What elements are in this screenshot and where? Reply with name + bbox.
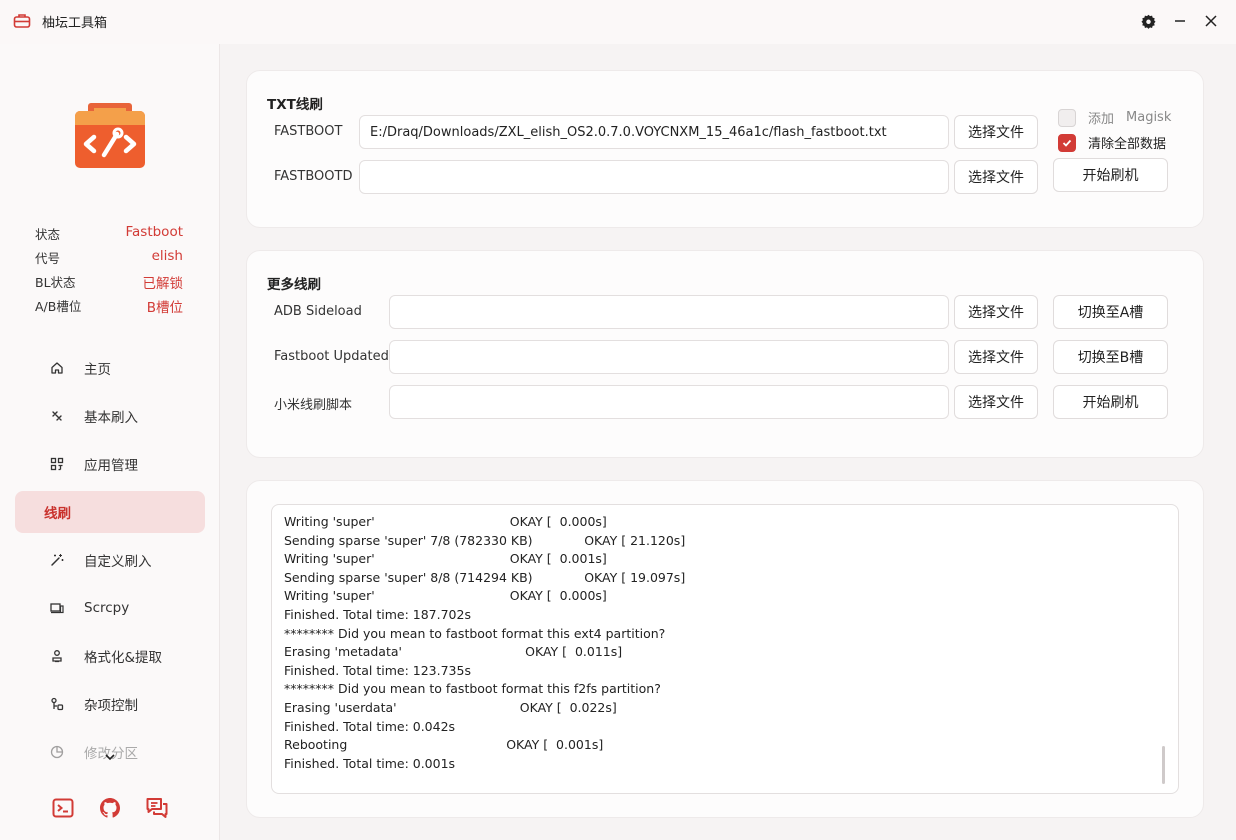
partition-icon	[48, 743, 66, 761]
switch-slot-a-button[interactable]: 切换至A槽	[1053, 295, 1168, 329]
nav-item-apps[interactable]: 应用管理	[15, 443, 205, 485]
terminal-button[interactable]	[51, 796, 75, 820]
nav-label: 格式化&提取	[84, 650, 163, 666]
log-line: Finished. Total time: 187.702s	[284, 606, 471, 622]
adb-select-file-button[interactable]: 选择文件	[954, 295, 1038, 329]
github-button[interactable]	[98, 796, 122, 820]
title-bar: 柚坛工具箱	[0, 0, 1236, 44]
log-line: Erasing 'userdata' OKAY [ 0.022s]	[284, 699, 617, 715]
log-output[interactable]: Writing 'super' OKAY [ 0.000s] Sending s…	[271, 504, 1179, 794]
flash-icon	[48, 407, 66, 425]
nav-label: 自定义刷入	[84, 554, 152, 570]
log-line: Sending sparse 'super' 8/8 (714294 KB) O…	[284, 569, 686, 585]
add-magisk-label: 添加	[1088, 112, 1115, 127]
codename-value: elish	[151, 248, 183, 264]
log-scrollbar[interactable]	[1162, 746, 1165, 784]
nav-label: Scrcpy	[84, 600, 130, 616]
fastbootd-select-file-button[interactable]: 选择文件	[954, 160, 1038, 194]
checkmark-icon	[1062, 139, 1072, 147]
status-row-codename: 代号 elish	[35, 248, 183, 268]
log-line: ******** Did you mean to fastboot format…	[284, 681, 661, 697]
misc-icon	[48, 695, 66, 713]
clear-all-data-checkbox[interactable]: 清除全部数据	[1058, 133, 1166, 152]
switch-slot-b-button[interactable]: 切换至B槽	[1053, 340, 1168, 374]
adb-sideload-input[interactable]	[389, 295, 949, 329]
scroll-more-button[interactable]	[103, 750, 117, 764]
log-line: Finished. Total time: 0.042s	[284, 718, 456, 734]
minimize-button[interactable]	[1169, 10, 1191, 32]
gear-icon	[1140, 14, 1156, 29]
toolbox-icon	[13, 14, 31, 28]
fastboot-updated-select-file-button[interactable]: 选择文件	[954, 340, 1038, 374]
chevron-down-icon	[105, 754, 115, 761]
nav-label: 杂项控制	[84, 698, 138, 714]
nav-item-basic-flash[interactable]: 基本刷入	[15, 395, 205, 437]
fastboot-updated-label: Fastboot Updated	[274, 349, 389, 364]
feedback-button[interactable]	[145, 796, 169, 820]
fastbootd-label: FASTBOOTD	[274, 169, 353, 184]
fastboot-label: FASTBOOT	[274, 124, 343, 139]
log-line: Rebooting OKAY [ 0.001s]	[284, 737, 604, 753]
txt-flash-title: TXT线刷	[267, 97, 323, 113]
nav-item-format[interactable]: 格式化&提取	[15, 635, 205, 677]
mi-script-input[interactable]	[389, 385, 949, 419]
nav-label: 应用管理	[84, 458, 138, 474]
mi-script-label: 小米线刷脚本	[274, 398, 353, 413]
status-row-slot: A/B槽位 B槽位	[35, 296, 183, 316]
screen-mirror-icon	[48, 599, 66, 617]
nav-item-home[interactable]: 主页	[15, 347, 205, 389]
nav-label: 线刷	[44, 506, 71, 522]
fastboot-updated-input[interactable]	[389, 340, 949, 374]
log-line: Finished. Total time: 123.735s	[284, 662, 471, 678]
slot-label: A/B槽位	[35, 299, 82, 314]
status-label: 状态	[35, 227, 61, 242]
home-icon	[48, 359, 66, 377]
wand-icon	[48, 551, 66, 569]
mi-script-select-file-button[interactable]: 选择文件	[954, 385, 1038, 419]
adb-sideload-label: ADB Sideload	[274, 304, 362, 319]
nav-label: 基本刷入	[84, 410, 138, 426]
status-row-state: 状态 Fastboot	[35, 224, 183, 244]
nav-item-scrcpy[interactable]: Scrcpy	[15, 587, 205, 629]
toolbox-logo	[75, 103, 145, 168]
fastboot-file-input[interactable]: E:/Draq/Downloads/ZXL_elish_OS2.0.7.0.VO…	[359, 115, 949, 149]
log-line: Sending sparse 'super' 7/8 (782330 KB) O…	[284, 532, 686, 548]
status-row-bl: BL状态 已解锁	[35, 272, 183, 292]
minimize-icon	[1175, 20, 1185, 22]
log-line: Finished. Total time: 0.001s	[284, 755, 456, 771]
chat-icon	[146, 798, 168, 818]
fastbootd-file-input[interactable]	[359, 160, 949, 194]
settings-button[interactable]	[1137, 10, 1159, 32]
github-icon	[100, 798, 120, 818]
app-title: 柚坛工具箱	[42, 16, 108, 31]
nav-label: 主页	[84, 362, 111, 378]
status-value: Fastboot	[125, 224, 183, 240]
add-magisk-checkbox[interactable]: 添加 Magisk	[1058, 108, 1171, 127]
close-button[interactable]	[1200, 10, 1222, 32]
fastboot-select-file-button[interactable]: 选择文件	[954, 115, 1038, 149]
checkbox-box	[1058, 108, 1076, 127]
bl-label: BL状态	[35, 275, 76, 290]
terminal-icon	[52, 798, 74, 818]
log-line: Writing 'super' OKAY [ 0.001s]	[284, 551, 607, 567]
more-flash-title: 更多线刷	[267, 277, 321, 293]
magisk-label: Magisk	[1126, 110, 1172, 125]
codename-label: 代号	[35, 251, 61, 266]
checkbox-box	[1058, 133, 1076, 152]
nav-item-misc[interactable]: 杂项控制	[15, 683, 205, 725]
nav-item-custom-flash[interactable]: 自定义刷入	[15, 539, 205, 581]
close-icon	[1205, 15, 1217, 27]
nav-item-line-flash[interactable]: 线刷	[15, 491, 205, 533]
slot-value: B槽位	[146, 300, 183, 316]
mi-start-flash-button[interactable]: 开始刷机	[1053, 385, 1168, 419]
format-icon	[48, 647, 66, 665]
log-line: Erasing 'metadata' OKAY [ 0.011s]	[284, 644, 623, 660]
txt-start-flash-button[interactable]: 开始刷机	[1053, 158, 1168, 192]
clear-all-data-label: 清除全部数据	[1088, 137, 1167, 152]
apps-icon	[48, 455, 66, 473]
bl-value: 已解锁	[142, 276, 184, 292]
log-line: Writing 'super' OKAY [ 0.000s]	[284, 514, 607, 529]
log-line: Writing 'super' OKAY [ 0.000s]	[284, 588, 607, 604]
log-line: ******** Did you mean to fastboot format…	[284, 625, 666, 641]
